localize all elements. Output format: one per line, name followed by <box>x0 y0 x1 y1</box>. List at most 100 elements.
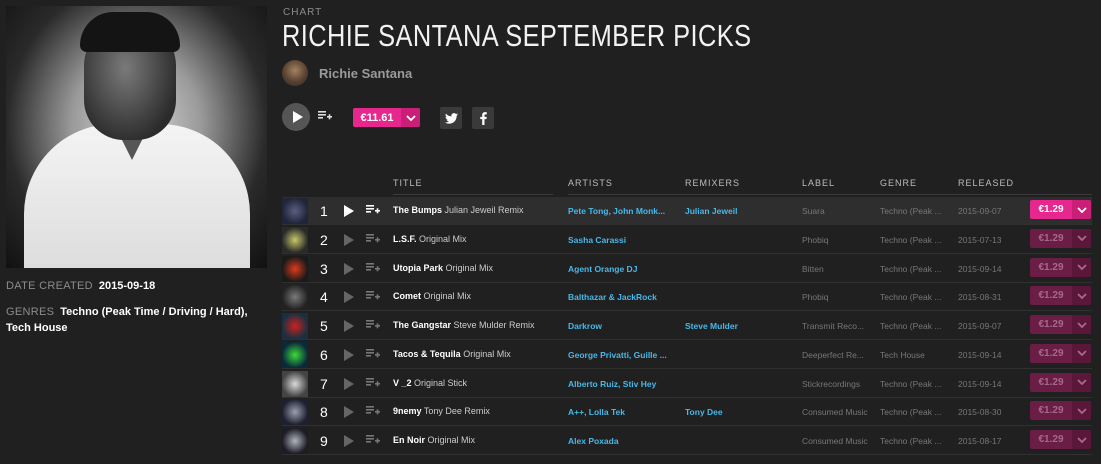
play-icon[interactable] <box>344 348 354 361</box>
track-price[interactable]: €1.29 <box>1030 290 1072 301</box>
track-label[interactable]: Phobiq <box>802 235 872 245</box>
track-label[interactable]: Bitten <box>802 264 872 274</box>
track-name[interactable]: The Bumps <box>393 205 442 215</box>
play-icon[interactable] <box>344 291 354 304</box>
track-genre[interactable]: Techno (Peak ... <box>880 264 950 274</box>
chevron-down-icon[interactable] <box>1072 372 1091 392</box>
track-genre[interactable]: Techno (Peak ... <box>880 436 950 446</box>
track-genre[interactable]: Techno (Peak ... <box>880 235 950 245</box>
track-artwork[interactable] <box>282 313 308 339</box>
twitter-share-button[interactable] <box>440 107 462 129</box>
col-title[interactable]: TITLE <box>393 178 423 188</box>
track-price[interactable]: €1.29 <box>1030 405 1072 416</box>
add-to-queue-icon[interactable] <box>318 111 332 122</box>
track-title[interactable]: Utopia Park Original Mix <box>393 263 493 273</box>
track-title[interactable]: En Noir Original Mix <box>393 435 475 445</box>
track-remixers[interactable]: Julian Jeweil <box>685 206 737 216</box>
table-row[interactable]: 6 Tacos & Tequila Original Mix George Pr… <box>282 341 1092 369</box>
track-price[interactable]: €1.29 <box>1030 233 1072 244</box>
track-title[interactable]: L.S.F. Original Mix <box>393 234 467 244</box>
track-name[interactable]: Comet <box>393 291 421 301</box>
artist-avatar[interactable] <box>282 60 308 86</box>
track-artists[interactable]: Pete Tong, John Monk... <box>568 206 676 216</box>
track-name[interactable]: 9nemy <box>393 406 422 416</box>
track-artists[interactable]: George Privatti, Guille ... <box>568 350 676 360</box>
track-title[interactable]: The Bumps Julian Jeweil Remix <box>393 205 524 215</box>
track-label[interactable]: Stickrecordings <box>802 379 872 389</box>
track-artists[interactable]: Alberto Ruiz, Stiv Hey <box>568 379 676 389</box>
track-artwork[interactable] <box>282 226 308 253</box>
track-artwork[interactable] <box>282 399 308 426</box>
track-remixers[interactable]: Steve Mulder <box>685 321 738 331</box>
buy-track-button[interactable]: €1.29 <box>1030 200 1091 219</box>
track-name[interactable]: The Gangstar <box>393 320 451 330</box>
track-remixers[interactable]: Tony Dee <box>685 407 723 417</box>
track-label[interactable]: Suara <box>802 206 872 216</box>
chevron-down-icon[interactable] <box>1072 315 1091 334</box>
chevron-down-icon[interactable] <box>1072 200 1091 219</box>
facebook-share-button[interactable] <box>472 107 494 129</box>
play-icon[interactable] <box>344 320 354 332</box>
track-label[interactable]: Consumed Music <box>802 407 872 417</box>
track-title[interactable]: The Gangstar Steve Mulder Remix <box>393 320 535 330</box>
table-row[interactable]: 2 L.S.F. Original Mix Sasha Carassi Phob… <box>282 226 1092 254</box>
track-artists[interactable]: Alex Poxada <box>568 436 676 446</box>
add-to-queue-icon[interactable] <box>366 320 380 331</box>
track-price[interactable]: €1.29 <box>1030 204 1072 215</box>
play-all-button[interactable] <box>282 103 310 131</box>
track-artists[interactable]: Darkrow <box>568 321 676 331</box>
chart-price[interactable]: €11.61 <box>353 112 401 124</box>
buy-track-button[interactable]: €1.29 <box>1030 430 1091 449</box>
artist-name-link[interactable]: Richie Santana <box>319 66 412 81</box>
track-artwork[interactable] <box>282 198 308 224</box>
track-artists[interactable]: A++, Lolla Tek <box>568 407 676 417</box>
col-artists[interactable]: ARTISTS <box>568 178 613 188</box>
track-label[interactable]: Consumed Music <box>802 436 872 446</box>
track-price[interactable]: €1.29 <box>1030 262 1072 273</box>
track-title[interactable]: Comet Original Mix <box>393 291 471 301</box>
play-icon[interactable] <box>344 233 354 246</box>
track-genre[interactable]: Techno (Peak ... <box>880 321 950 331</box>
buy-chart-button[interactable]: €11.61 <box>353 108 420 127</box>
track-genre[interactable]: Techno (Peak ... <box>880 292 950 302</box>
table-row[interactable]: 9 En Noir Original Mix Alex Poxada Consu… <box>282 427 1092 455</box>
buy-track-button[interactable]: €1.29 <box>1030 286 1091 306</box>
track-label[interactable]: Deeperfect Re... <box>802 350 872 360</box>
track-name[interactable]: V _2 <box>393 378 412 388</box>
add-to-queue-icon[interactable] <box>366 348 380 360</box>
track-name[interactable]: Utopia Park <box>393 263 443 273</box>
track-genre[interactable]: Tech House <box>880 350 950 360</box>
chevron-down-icon[interactable] <box>1072 286 1091 306</box>
track-price[interactable]: €1.29 <box>1030 348 1072 359</box>
track-title[interactable]: 9nemy Tony Dee Remix <box>393 406 490 416</box>
chevron-down-icon[interactable] <box>401 108 420 127</box>
table-row[interactable]: 1 The Bumps Julian Jeweil Remix Pete Ton… <box>282 197 1092 225</box>
buy-track-button[interactable]: €1.29 <box>1030 228 1091 248</box>
track-genre[interactable]: Techno (Peak ... <box>880 379 950 389</box>
table-row[interactable]: 7 V _2 Original Stick Alberto Ruiz, Stiv… <box>282 370 1092 398</box>
track-name[interactable]: Tacos & Tequila <box>393 349 461 359</box>
chevron-down-icon[interactable] <box>1072 430 1091 449</box>
buy-track-button[interactable]: €1.29 <box>1030 315 1091 334</box>
track-artwork[interactable] <box>282 428 308 454</box>
track-artwork[interactable] <box>282 255 308 282</box>
table-row[interactable]: 3 Utopia Park Original Mix Agent Orange … <box>282 255 1092 283</box>
buy-track-button[interactable]: €1.29 <box>1030 257 1091 277</box>
track-label[interactable]: Phobiq <box>802 292 872 302</box>
track-name[interactable]: En Noir <box>393 435 425 445</box>
add-to-queue-icon[interactable] <box>366 291 380 302</box>
play-icon[interactable] <box>344 262 354 275</box>
track-label[interactable]: Transmit Reco... <box>802 321 872 331</box>
track-artists[interactable]: Balthazar & JackRock <box>568 292 676 302</box>
buy-track-button[interactable]: €1.29 <box>1030 372 1091 392</box>
track-artwork[interactable] <box>282 284 308 311</box>
play-icon[interactable] <box>344 205 354 217</box>
add-to-queue-icon[interactable] <box>366 435 380 446</box>
buy-track-button[interactable]: €1.29 <box>1030 343 1091 363</box>
track-genre[interactable]: Techno (Peak ... <box>880 206 950 216</box>
col-released[interactable]: RELEASED <box>958 178 1014 188</box>
chevron-down-icon[interactable] <box>1072 401 1091 421</box>
buy-track-button[interactable]: €1.29 <box>1030 401 1091 421</box>
add-to-queue-icon[interactable] <box>366 377 380 389</box>
chevron-down-icon[interactable] <box>1072 257 1091 277</box>
